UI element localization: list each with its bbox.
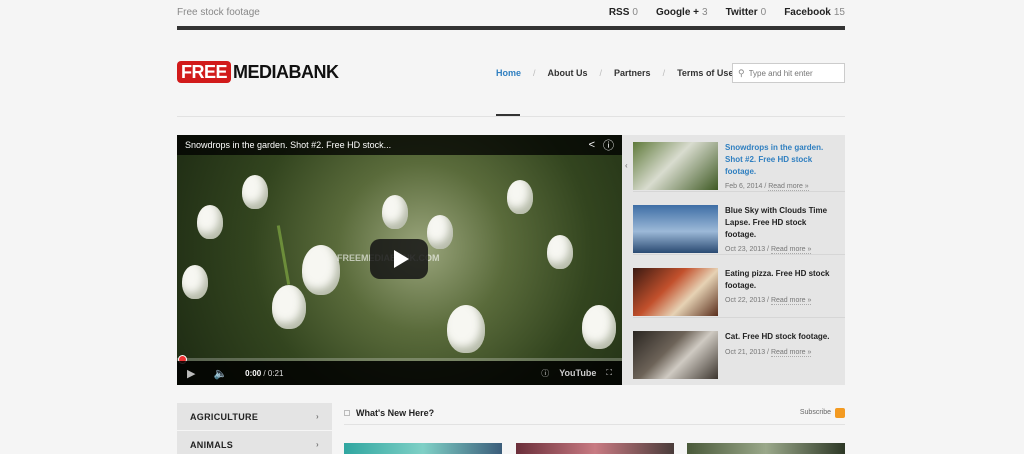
snowdrop-flower — [242, 175, 268, 209]
nav-separator: / — [533, 68, 536, 78]
site-logo[interactable]: FREE MEDIABANK — [177, 61, 339, 83]
nav-partners[interactable]: Partners — [614, 68, 651, 78]
nav-home[interactable]: Home — [496, 68, 521, 78]
snowdrop-flower — [182, 265, 208, 299]
main-nav: Home / About Us / Partners / Terms of Us… — [496, 68, 733, 78]
nav-terms-of-use[interactable]: Terms of Use — [677, 68, 733, 78]
info-icon[interactable]: ⓘ — [603, 137, 614, 153]
category-agriculture[interactable]: AGRICULTURE › — [177, 403, 332, 431]
play-control-icon[interactable]: ▶ — [187, 367, 195, 380]
share-icon[interactable]: < — [589, 139, 595, 151]
video-controls: ▶ 🔈 0:00 / 0:21 ⓘ YouTube ⛶ — [177, 361, 622, 385]
subscribe-link[interactable]: Subscribe — [800, 409, 831, 416]
read-more-link[interactable]: Read more » — [770, 297, 812, 305]
playlist-item-title[interactable]: Eating pizza. Free HD stock footage. — [725, 268, 833, 292]
snowdrop-flower — [382, 195, 408, 229]
social-counters: RSS 0 Google +3 Twitter 0 Facebook 15 — [609, 7, 845, 18]
play-icon — [393, 250, 409, 268]
whats-new-header: What's New Here? Subscribe — [344, 403, 845, 425]
playlist-item-title[interactable]: Snowdrops in the garden. Shot #2. Free H… — [725, 142, 833, 178]
top-bar: Free stock footage RSS 0 Google +3 Twitte… — [177, 0, 845, 27]
video-thumbnail[interactable] — [633, 205, 718, 253]
social-twitter-link[interactable]: Twitter 0 — [726, 7, 767, 18]
snowdrop-flower — [427, 215, 453, 249]
snowdrop-flower — [547, 235, 573, 269]
nav-separator: / — [599, 68, 603, 78]
youtube-logo[interactable]: YouTube — [559, 368, 596, 378]
playlist-item[interactable]: Eating pizza. Free HD stock footage. Oct… — [633, 261, 845, 318]
play-button[interactable] — [370, 239, 428, 279]
read-more-link[interactable]: Read more » — [770, 349, 812, 357]
active-arrow-icon: ‹ — [625, 161, 628, 170]
video-time: 0:00 / 0:21 — [245, 368, 284, 378]
video-playlist: ‹ Snowdrops in the garden. Shot #2. Free… — [622, 135, 845, 385]
snowdrop-flower — [507, 180, 533, 214]
search-box[interactable]: ⚲ — [732, 63, 845, 83]
nav-separator: / — [662, 68, 666, 78]
section-bullet-icon — [344, 410, 350, 416]
playlist-item[interactable]: Blue Sky with Clouds Time Lapse. Free HD… — [633, 198, 845, 255]
annotations-icon[interactable]: ⓘ — [541, 368, 549, 379]
nav-about-us[interactable]: About Us — [548, 68, 588, 78]
social-google-link[interactable]: Google +3 — [656, 7, 708, 18]
playlist-item-meta: Feb 6, 2014 / Read more » — [725, 183, 809, 191]
top-divider — [177, 26, 845, 30]
whats-new-thumbnail[interactable] — [687, 443, 845, 454]
whats-new-thumbnail[interactable] — [344, 443, 502, 454]
playlist-item-meta: Oct 21, 2013 / Read more » — [725, 349, 812, 357]
logo-mediabank: MEDIABANK — [233, 61, 339, 82]
search-input[interactable] — [748, 68, 839, 78]
playlist-item[interactable]: Snowdrops in the garden. Shot #2. Free H… — [633, 135, 845, 192]
playlist-item-title[interactable]: Cat. Free HD stock footage. — [725, 331, 833, 343]
snowdrop-flower — [302, 245, 340, 295]
video-title-bar: Snowdrops in the garden. Shot #2. Free H… — [177, 135, 622, 155]
category-menu: AGRICULTURE › ANIMALS › — [177, 403, 332, 454]
logo-free: FREE — [177, 61, 232, 83]
playlist-item-title[interactable]: Blue Sky with Clouds Time Lapse. Free HD… — [725, 205, 833, 241]
snowdrop-flower — [447, 305, 485, 353]
read-more-link[interactable]: Read more » — [770, 246, 812, 254]
social-facebook-link[interactable]: Facebook 15 — [784, 7, 845, 18]
snowdrop-flower — [272, 285, 306, 329]
chevron-right-icon: › — [316, 440, 319, 449]
video-thumbnail[interactable] — [633, 142, 718, 190]
header-divider — [177, 116, 845, 117]
site-tagline: Free stock footage — [177, 7, 260, 18]
video-title[interactable]: Snowdrops in the garden. Shot #2. Free H… — [185, 140, 581, 150]
playlist-item[interactable]: Cat. Free HD stock footage. Oct 21, 2013… — [633, 324, 845, 381]
snowdrop-flower — [197, 205, 223, 239]
social-rss-link[interactable]: RSS 0 — [609, 7, 638, 18]
whats-new-thumbnail[interactable] — [516, 443, 674, 454]
playlist-item-meta: Oct 23, 2013 / Read more » — [725, 246, 812, 254]
category-animals[interactable]: ANIMALS › — [177, 431, 332, 454]
rss-icon[interactable] — [835, 408, 845, 418]
chevron-right-icon: › — [316, 412, 319, 421]
video-thumbnail[interactable] — [633, 331, 718, 379]
read-more-link[interactable]: Read more » — [768, 183, 809, 191]
volume-icon[interactable]: 🔈 — [213, 367, 227, 380]
whats-new-title: What's New Here? — [356, 408, 435, 418]
video-player[interactable]: Snowdrops in the garden. Shot #2. Free H… — [177, 135, 622, 385]
search-icon: ⚲ — [738, 67, 745, 78]
playlist-item-meta: Oct 22, 2013 / Read more » — [725, 297, 812, 305]
snowdrop-flower — [582, 305, 616, 349]
video-thumbnail[interactable] — [633, 268, 718, 316]
fullscreen-icon[interactable]: ⛶ — [606, 368, 612, 378]
